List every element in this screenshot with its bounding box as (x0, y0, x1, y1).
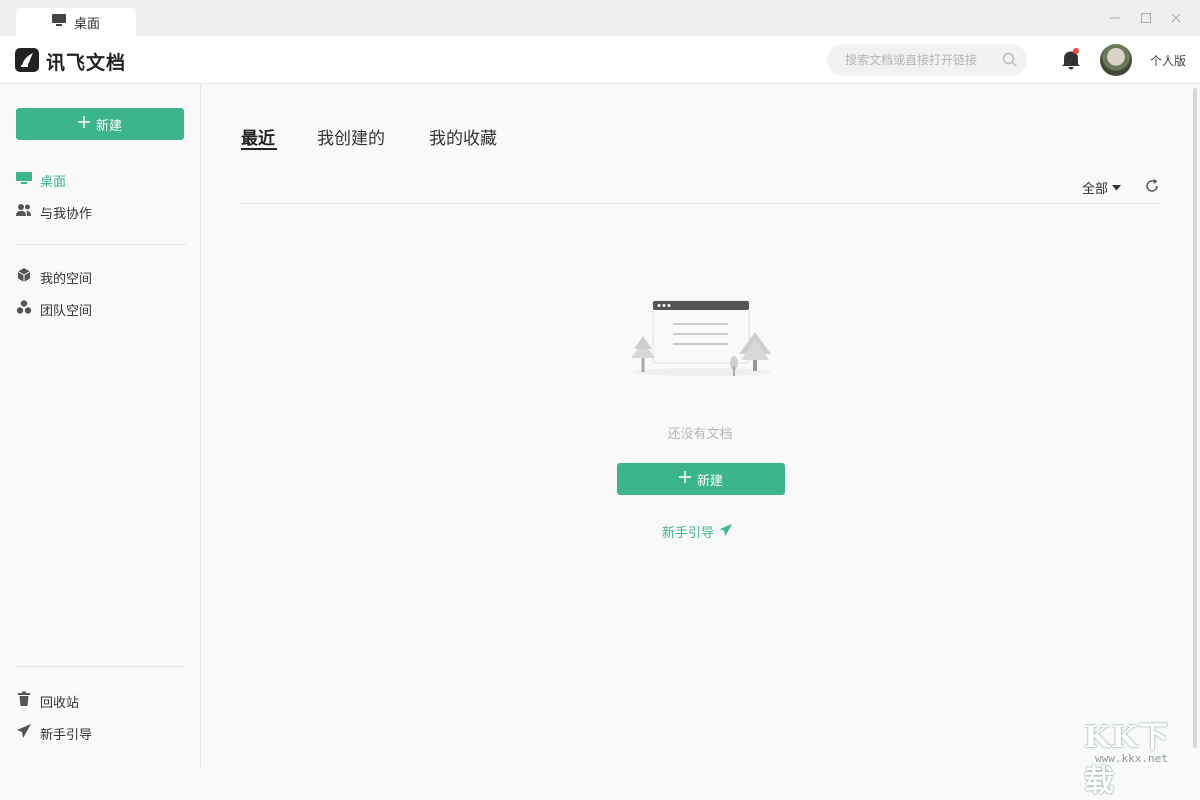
sidebar-item-team-space[interactable]: 团队空间 (16, 297, 92, 321)
active-tab-indicator (241, 148, 277, 150)
app-logo-icon (15, 48, 39, 72)
paper-plane-icon (16, 723, 32, 743)
filter-label: 全部 (1082, 182, 1109, 197)
tab-created-by-me[interactable]: 我创建的 (317, 124, 385, 149)
window-tab-desktop[interactable]: 桌面 (16, 8, 136, 36)
desktop-icon (16, 171, 32, 189)
sidebar-item-my-space[interactable]: 我的空间 (16, 265, 92, 289)
content-divider (241, 203, 1160, 204)
cube-icon (16, 267, 32, 287)
watermark-url: www.kkx.net (1095, 752, 1168, 765)
sidebar-new-button[interactable]: 新建 (16, 108, 184, 140)
tab-favorites[interactable]: 我的收藏 (429, 124, 497, 149)
window-tab-label: 桌面 (73, 16, 100, 32)
guide-link-label: 新手引导 (662, 526, 715, 541)
main-new-label: 新建 (696, 473, 723, 489)
plus-icon (678, 471, 691, 487)
refresh-icon[interactable] (1144, 178, 1160, 198)
sidebar-item-label: 我的空间 (40, 271, 93, 287)
sidebar-item-desktop[interactable]: 桌面 (16, 168, 66, 192)
main-new-button[interactable]: 新建 (617, 463, 785, 495)
sidebar-item-collaboration[interactable]: 与我协作 (16, 200, 92, 224)
trash-icon (16, 691, 32, 711)
sidebar-item-guide[interactable]: 新手引导 (16, 721, 92, 745)
paper-plane-icon (719, 523, 733, 541)
close-button[interactable] (1169, 12, 1183, 26)
sidebar-item-label: 团队空间 (40, 303, 93, 319)
empty-state-text: 还没有文档 (667, 427, 733, 442)
app-name: 讯飞文档 (46, 52, 127, 74)
maximize-button[interactable] (1139, 12, 1153, 26)
sidebar-divider (16, 666, 184, 667)
sidebar-item-trash[interactable]: 回收站 (16, 689, 79, 713)
sidebar-divider (16, 244, 186, 245)
search-icon[interactable] (1002, 52, 1017, 71)
sidebar-new-label: 新建 (95, 118, 122, 134)
empty-state-illustration-icon (626, 296, 776, 384)
beginner-guide-link[interactable]: 新手引导 (662, 522, 733, 541)
sidebar-item-label: 桌面 (40, 174, 67, 190)
search-input[interactable] (843, 50, 993, 70)
caret-down-icon (1112, 180, 1122, 195)
team-icon (16, 299, 32, 319)
search-box[interactable] (827, 44, 1027, 76)
minimize-button[interactable] (1108, 12, 1122, 26)
app-header: 讯飞文档 个人版 (0, 36, 1200, 84)
notification-bell-icon[interactable] (1061, 48, 1081, 74)
title-bar: 桌面 (0, 0, 1200, 36)
plan-label[interactable]: 个人版 (1150, 52, 1186, 69)
filter-dropdown[interactable]: 全部 (1082, 178, 1122, 197)
users-icon (16, 203, 32, 221)
sidebar-item-label: 回收站 (40, 695, 80, 711)
monitor-icon (51, 14, 66, 30)
sidebar-item-label: 新手引导 (40, 727, 93, 743)
vertical-scrollbar[interactable] (1193, 88, 1197, 748)
plus-icon (77, 116, 90, 132)
user-avatar[interactable] (1100, 44, 1132, 76)
tab-recent[interactable]: 最近 (241, 124, 275, 149)
sidebar: 新建 桌面 与我协作 我的空间 团队空间 回收站 新手引导 (0, 84, 201, 768)
sidebar-item-label: 与我协作 (40, 206, 93, 222)
